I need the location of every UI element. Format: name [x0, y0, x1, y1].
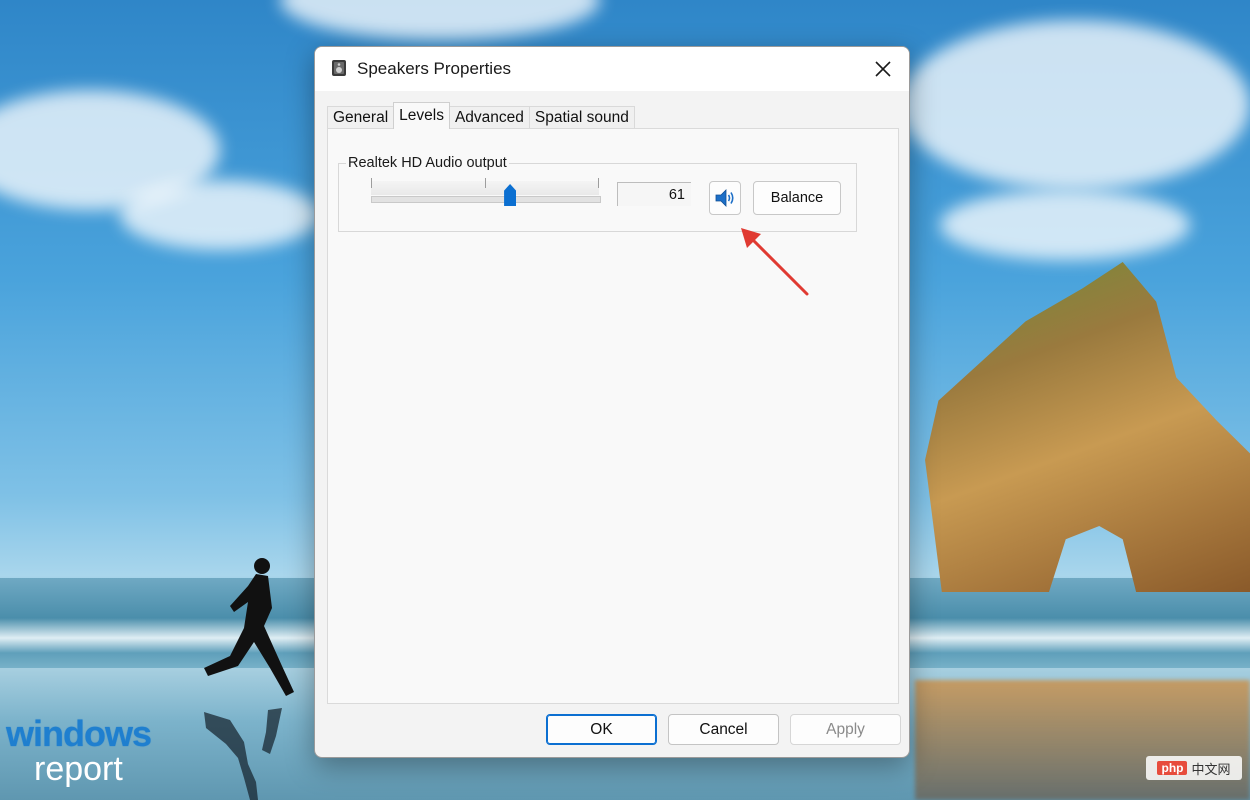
mute-button[interactable] [709, 181, 741, 215]
tab-advanced[interactable]: Advanced [448, 106, 530, 129]
tab-general[interactable]: General [327, 106, 395, 129]
levels-panel: Realtek HD Audio output 61 Balance [327, 128, 899, 704]
cloud [280, 0, 600, 40]
slider-tick [371, 178, 372, 188]
sea-rock [925, 262, 1250, 592]
rock-reflection [915, 680, 1250, 800]
title-bar[interactable]: Speakers Properties [315, 47, 909, 91]
cloud [900, 20, 1250, 190]
badge-php: php [1157, 761, 1188, 775]
cloud [940, 190, 1190, 260]
balance-button[interactable]: Balance [753, 181, 841, 215]
speaker-app-icon [332, 60, 346, 76]
device-label: Realtek HD Audio output [346, 155, 509, 171]
logo-brand-top: windows [6, 713, 152, 754]
apply-button[interactable]: Apply [790, 714, 901, 745]
speaker-icon [715, 189, 734, 207]
runner-reflection [204, 708, 282, 800]
windows-report-logo: windows report [6, 713, 152, 788]
slider-tick [598, 178, 599, 188]
close-icon [875, 61, 891, 77]
slider-track [371, 196, 601, 203]
tab-levels[interactable]: Levels [393, 102, 450, 129]
cloud [120, 180, 320, 250]
badge-text: 中文网 [1191, 761, 1231, 777]
ok-button[interactable]: OK [546, 714, 657, 745]
device-level-group: Realtek HD Audio output 61 Balance [338, 155, 857, 232]
php-cn-badge: php 中文网 [1146, 756, 1242, 780]
dialog-title: Speakers Properties [357, 59, 512, 78]
close-button[interactable] [863, 53, 903, 85]
tab-spatial-sound[interactable]: Spatial sound [528, 106, 635, 129]
cancel-button[interactable]: Cancel [668, 714, 779, 745]
tab-strip: General Levels Advanced Spatial sound [327, 102, 635, 129]
logo-brand-bottom: report [34, 750, 123, 788]
volume-value-field[interactable]: 61 [617, 182, 691, 206]
slider-tick [485, 178, 486, 188]
volume-slider[interactable] [371, 178, 601, 206]
runner-silhouette [204, 558, 294, 696]
speakers-properties-dialog: Speakers Properties General Levels Advan… [314, 46, 910, 758]
